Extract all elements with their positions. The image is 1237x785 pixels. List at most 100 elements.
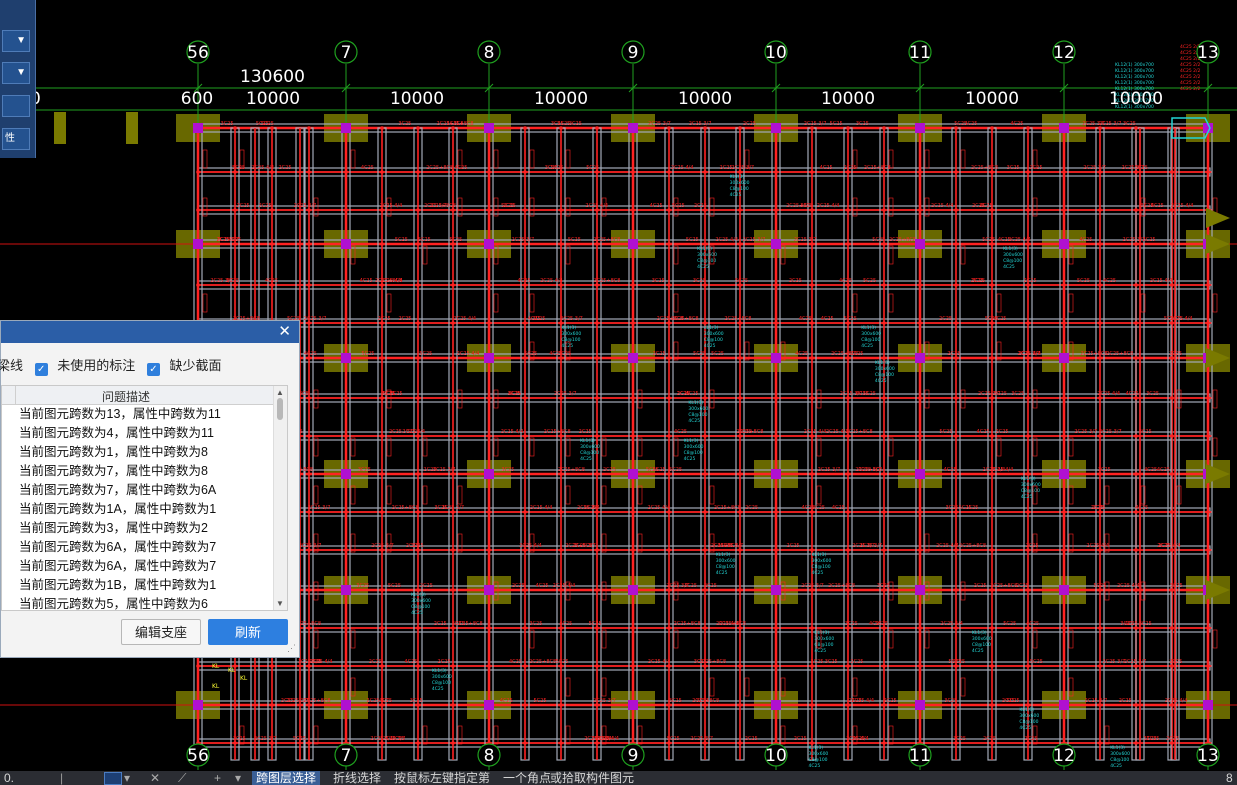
table-row[interactable]: 当前图元跨数为6A，属性中跨数为7	[2, 538, 274, 557]
section-annotation: KL1(3)	[1021, 476, 1036, 482]
table-row[interactable]: 当前图元跨数为6A，属性中跨数为7	[2, 557, 274, 576]
table-scrollbar[interactable]: ▲ ▼	[273, 386, 287, 610]
table-row[interactable]: 当前图元跨数为13，属性中跨数为11	[2, 405, 274, 424]
beam-annotation: 4C25	[265, 278, 278, 284]
checkbox-missing-section[interactable]: ✓	[146, 363, 160, 376]
filter-beam-line-label[interactable]: 梁线	[0, 358, 23, 373]
table-row[interactable]: 当前图元跨数为3，属性中跨数为2	[2, 519, 274, 538]
beam-node	[1026, 434, 1030, 438]
beam-annotation: 3C25	[507, 391, 520, 397]
table-row[interactable]: 当前图元跨数为5，属性中跨数为6	[2, 595, 274, 610]
table-row[interactable]: 当前图元跨数为1，属性中跨数为8	[2, 443, 274, 462]
select-mode-icon[interactable]	[104, 772, 122, 785]
beam-annotation: 2C25 3/7	[801, 583, 824, 589]
beam-node	[918, 321, 922, 325]
checkbox-unused-annotation[interactable]: ✓	[34, 363, 48, 376]
polyline-icon[interactable]: ⟋	[178, 771, 186, 785]
beam-annotation	[673, 293, 679, 313]
close-icon[interactable]: ✕	[278, 323, 291, 341]
beam-annotation: 2C25	[884, 698, 897, 704]
cross-select-icon[interactable]: ✕	[150, 771, 160, 785]
beam-annotation	[565, 197, 571, 217]
beam-annotation	[709, 677, 715, 697]
beam-annotation: 4C25	[379, 698, 392, 704]
beam-node	[1134, 208, 1138, 212]
beam-annotation: 4C25	[839, 278, 852, 284]
beam-node	[1098, 626, 1102, 630]
beam-node	[451, 434, 455, 438]
beam-annotation: 5C25	[939, 429, 952, 435]
scroll-up-icon[interactable]: ▲	[276, 388, 284, 397]
beam-node	[1206, 548, 1210, 552]
column-header-description[interactable]: 问题描述	[102, 388, 150, 405]
beam-annotation: 5C25	[501, 203, 514, 209]
separator-icon: |	[60, 771, 64, 785]
column	[484, 123, 494, 133]
beam-annotation	[457, 725, 463, 745]
table-row[interactable]: 当前图元跨数为7，属性中跨数为6A	[2, 481, 274, 500]
column	[1059, 469, 1069, 479]
section-annotation: 4C25	[861, 343, 873, 349]
beam-node	[344, 510, 348, 514]
scroll-thumb[interactable]	[277, 398, 283, 420]
beam-annotation: 2C25	[369, 659, 382, 665]
dropdown-arrow-icon[interactable]: ▼	[2, 62, 30, 84]
dialog-titlebar[interactable]: ✕	[1, 321, 299, 343]
beam-annotation: 2C25 4/4	[817, 203, 840, 209]
section-annotation: 300x600	[580, 444, 600, 450]
beam-annotation: 3C25	[1143, 237, 1156, 243]
problem-check-dialog: ✕ 梁线 ✓ 未使用的标注 ✓ 缺少截面 问题描述 当前图元跨数为13，属性中跨…	[0, 320, 300, 658]
edit-support-button[interactable]: 编辑支座	[121, 619, 201, 645]
beam-node	[196, 664, 200, 668]
beam-annotation	[565, 725, 571, 745]
section-annotation: KL1(3)	[684, 438, 699, 444]
table-row[interactable]: 当前图元跨数为1B，属性中跨数为1	[2, 576, 274, 595]
filter-unused-annotation-label[interactable]: 未使用的标注	[57, 358, 135, 373]
refresh-button[interactable]: 刷新	[208, 619, 288, 645]
beam-annotation: 5C25	[693, 351, 706, 357]
chevron-down-icon[interactable]: ▾	[124, 771, 130, 785]
dropdown-arrow-icon[interactable]: ▼	[2, 30, 30, 52]
beam-annotation: 4C25	[1079, 237, 1092, 243]
column	[915, 123, 925, 133]
beam-annotation: 4C25	[1026, 621, 1039, 627]
table-row[interactable]: 当前图元跨数为1A，属性中跨数为1	[2, 500, 274, 519]
add-icon[interactable]: +	[214, 771, 221, 785]
beam-annotation: 4C25 2/2	[1180, 86, 1201, 92]
table-row[interactable]: 当前图元跨数为4，属性中跨数为11	[2, 424, 274, 443]
axis-label: 10	[765, 43, 787, 63]
beam-node	[1062, 170, 1066, 174]
beam-node	[882, 664, 886, 668]
beam-node	[882, 434, 886, 438]
polyline-select-toggle[interactable]: 折线选择	[333, 771, 381, 785]
section-annotation: C8@100	[1110, 757, 1129, 763]
beam-annotation: 2C25 4/4	[553, 583, 576, 589]
beam-annotation: 2C25 4/4	[1117, 583, 1140, 589]
column	[915, 353, 925, 363]
beam-annotation: 2C25 4/4	[1158, 543, 1181, 549]
beam-annotation: 2C25	[794, 736, 807, 742]
beam-annotation: 2C25	[704, 583, 717, 589]
beam-annotation	[386, 485, 392, 505]
cross-layer-select-toggle[interactable]: 跨图层选择	[252, 771, 321, 785]
beam-node	[487, 434, 491, 438]
toolbar-blank-button[interactable]	[2, 95, 30, 117]
beam-node	[631, 170, 635, 174]
beam-annotation: 4C25	[799, 316, 812, 322]
beam-node	[738, 126, 742, 130]
section-annotation: 300x600	[814, 636, 834, 642]
beam-annotation	[457, 389, 463, 409]
table-row[interactable]: 当前图元跨数为7，属性中跨数为8	[2, 462, 274, 481]
scroll-down-icon[interactable]: ▼	[276, 599, 284, 608]
beam-annotation: 2C25 3/7	[794, 237, 817, 243]
beam-annotation: 3C25	[1011, 391, 1024, 397]
beam-node	[270, 664, 274, 668]
beam-annotation	[565, 677, 571, 697]
beam-annotation: 4C25	[1125, 621, 1138, 627]
chevron-down-icon[interactable]: ▾	[235, 771, 241, 785]
property-button[interactable]: 性	[2, 128, 30, 150]
beam-annotation: 3C25	[545, 165, 558, 171]
beam-node	[774, 170, 778, 174]
filter-missing-section-label[interactable]: 缺少截面	[170, 358, 222, 373]
resize-grip-icon[interactable]: ⋰	[287, 643, 296, 654]
